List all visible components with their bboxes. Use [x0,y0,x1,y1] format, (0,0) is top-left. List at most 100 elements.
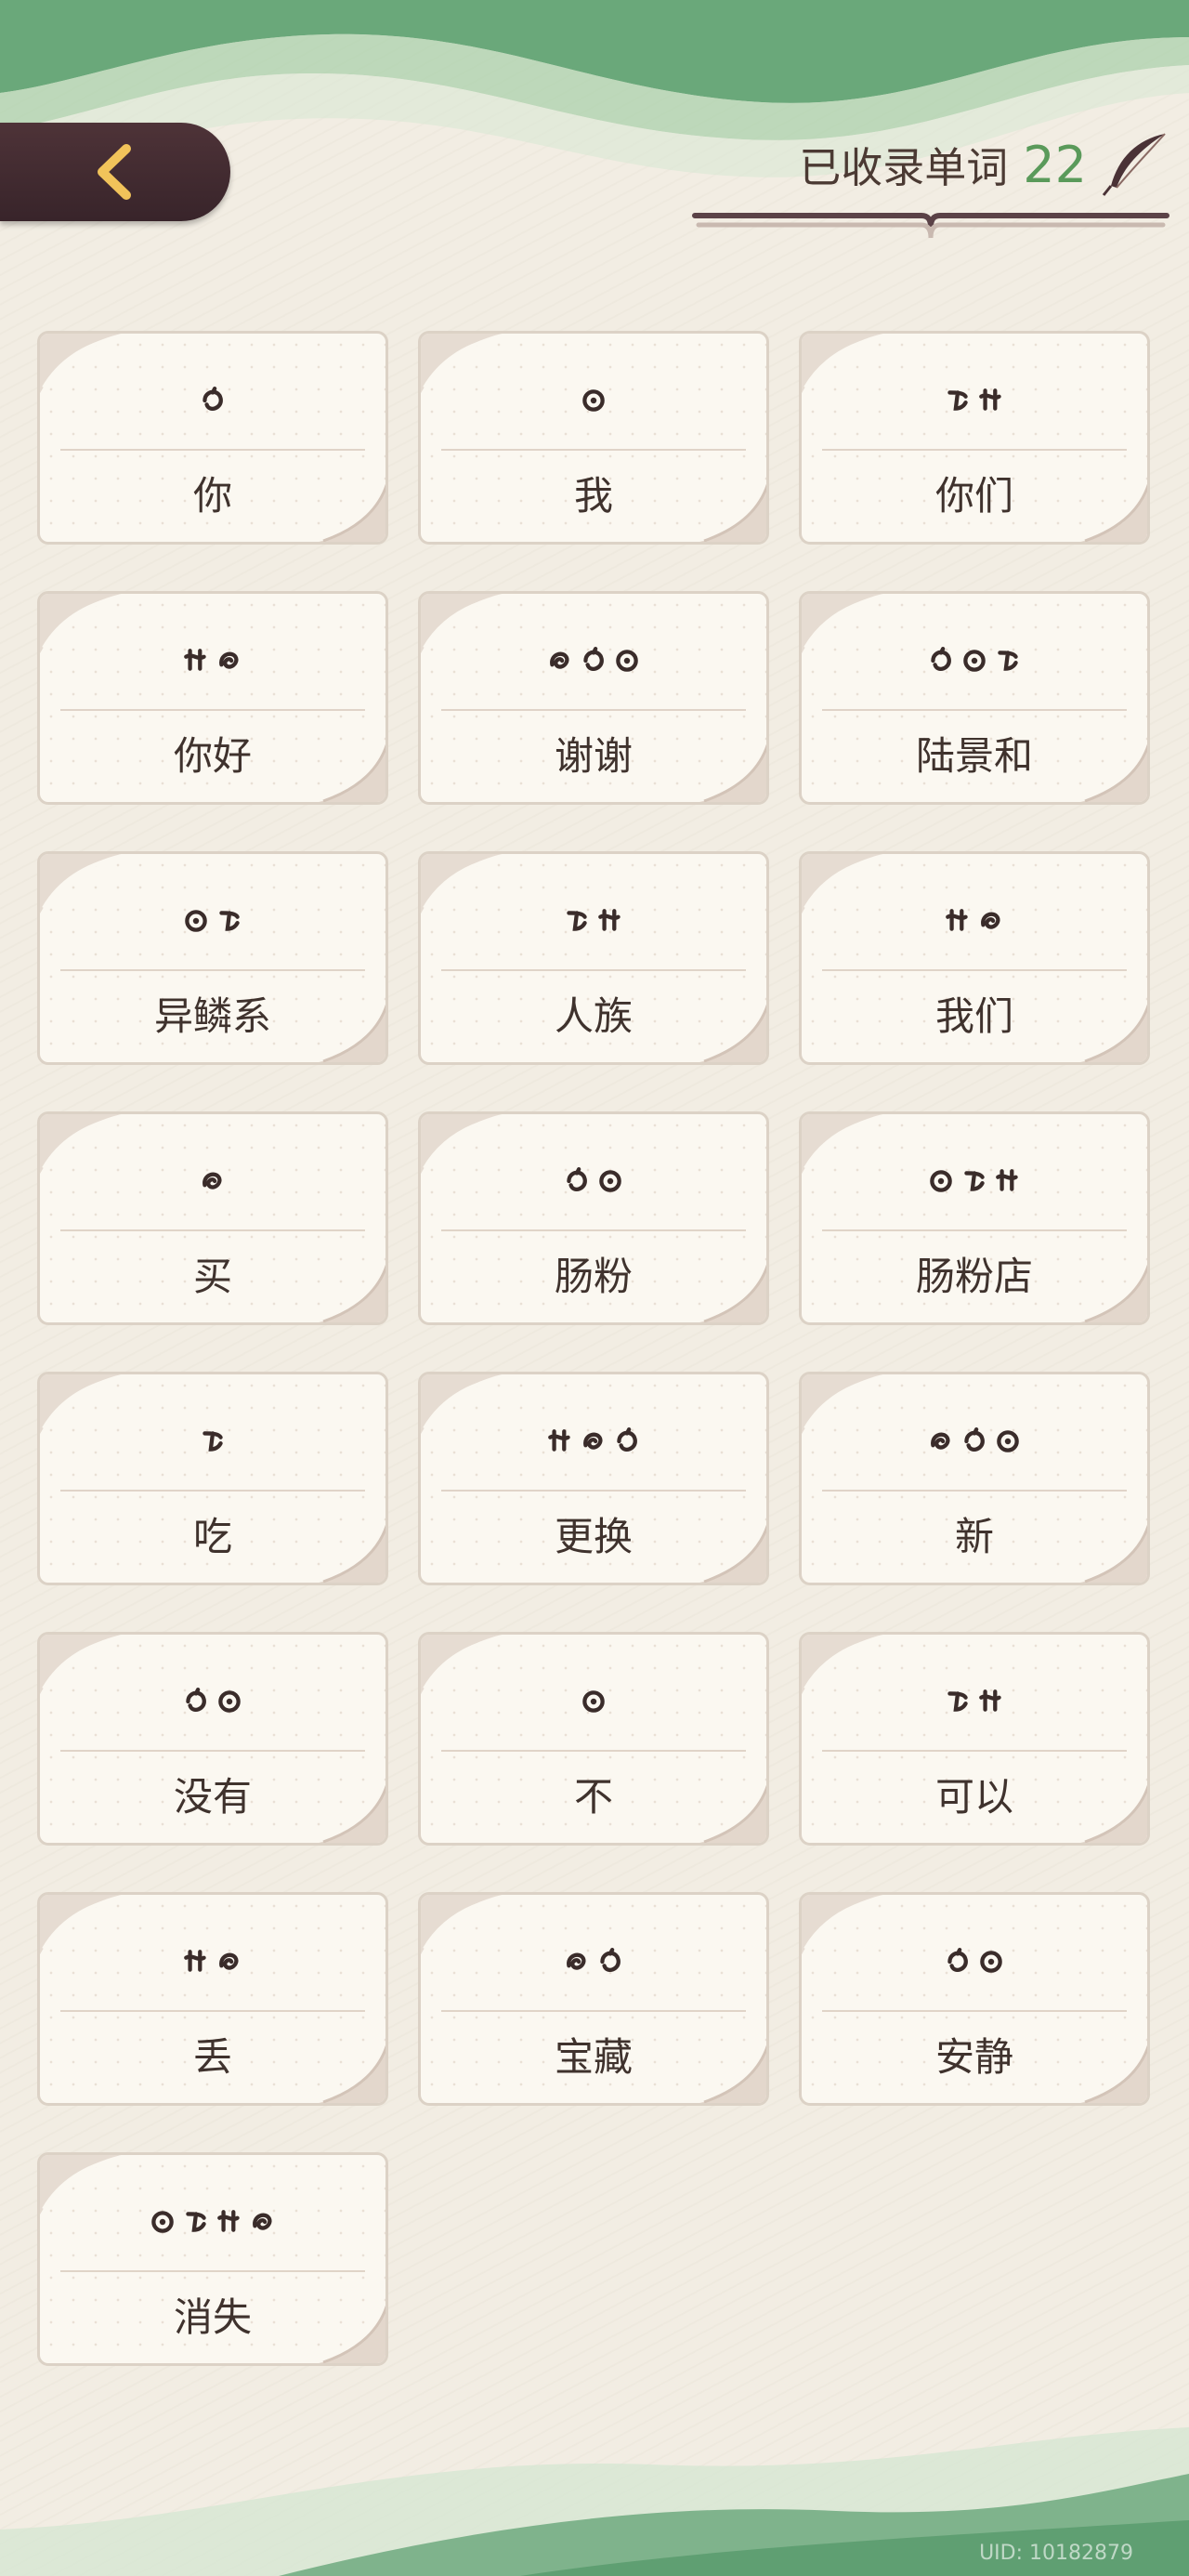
counter-value: 22 [1023,136,1087,194]
card-divider [60,2270,365,2272]
word-card[interactable]: 人族 [418,851,769,1065]
word-meaning: 吃 [192,1514,232,1559]
card-divider [60,1490,365,1492]
word-card[interactable]: 宝藏 [418,1892,769,2106]
glyph-symbol-icon [186,1688,206,1712]
card-divider [441,1229,746,1231]
card-divider [441,1750,746,1752]
script-glyph [40,635,385,687]
glyph-symbol-icon [979,388,1001,411]
glyph-symbol-icon [218,1690,241,1713]
word-card[interactable]: 我 [418,331,769,545]
script-glyph [802,895,1147,947]
back-button[interactable] [0,123,230,221]
glyph-symbol-icon [981,912,1000,929]
glyph-symbol-icon [931,1432,950,1450]
word-card[interactable]: 不 [418,1632,769,1846]
script-glyph [802,1155,1147,1207]
word-card[interactable]: 陆景和 [799,591,1150,805]
word-meaning: 安静 [934,2034,1013,2080]
word-meaning: 异鳞系 [153,993,271,1039]
word-card[interactable]: 你们 [799,331,1150,545]
word-card[interactable]: 肠粉店 [799,1111,1150,1325]
word-meaning: 消失 [173,2294,252,2340]
card-divider [60,1229,365,1231]
word-meaning: 不 [573,1774,613,1820]
word-meaning: 肠粉店 [915,1254,1033,1299]
word-card[interactable]: 你好 [37,591,388,805]
word-card[interactable]: 消失 [37,2152,388,2366]
glyph-symbol-icon [253,2213,272,2230]
glyph-symbol-icon [979,1689,1001,1712]
word-card[interactable]: 肠粉 [418,1111,769,1325]
word-meaning: 我们 [934,993,1013,1039]
glyph-symbol-icon [151,2211,174,2233]
glyph-symbol-icon [946,909,968,931]
glyph-symbol-icon [931,647,951,671]
word-card[interactable]: 可以 [799,1632,1150,1846]
card-divider [441,709,746,711]
glyph-symbol-icon [184,1950,206,1972]
word-meaning: 你 [192,473,232,519]
glyph-symbol-icon [964,1427,985,1452]
glyph-symbol-icon [567,911,587,931]
card-divider [60,1750,365,1752]
glyph-symbol-icon [617,1427,637,1452]
glyph-symbol-icon [219,1952,239,1970]
word-meaning: 肠粉 [554,1254,633,1299]
card-divider [60,969,365,971]
card-divider [441,1490,746,1492]
script-glyph [421,1155,766,1207]
word-card[interactable]: 我们 [799,851,1150,1065]
card-divider [822,449,1127,451]
card-divider [822,709,1127,711]
glyph-symbol-icon [998,651,1018,671]
glyph-symbol-icon [203,387,223,411]
card-divider [822,1750,1127,1752]
glyph-symbol-icon [997,1430,1019,1452]
card-divider [822,1229,1127,1231]
glyph-symbol-icon [186,2212,206,2232]
script-glyph [802,1676,1147,1728]
word-meaning: 更换 [554,1514,633,1559]
card-divider [822,2010,1127,2012]
word-meaning: 我 [573,473,613,519]
word-card[interactable]: 谢谢 [418,591,769,805]
card-divider [60,2010,365,2012]
script-glyph [40,1155,385,1207]
open-book-icon [692,213,1169,239]
glyph-symbol-icon [548,1429,570,1452]
word-card[interactable]: 你 [37,331,388,545]
word-card[interactable]: 安静 [799,1892,1150,2106]
script-glyph [802,375,1147,427]
word-card[interactable]: 异鳞系 [37,851,388,1065]
word-card[interactable]: 买 [37,1111,388,1325]
glyph-symbol-icon [583,647,604,671]
word-meaning: 陆景和 [915,733,1033,779]
glyph-symbol-icon [599,1170,621,1192]
card-divider [441,2010,746,2012]
script-glyph [40,2196,385,2248]
glyph-symbol-icon [947,390,968,411]
glyph-symbol-icon [567,1167,587,1191]
word-card[interactable]: 丢 [37,1892,388,2106]
glyph-symbol-icon [203,1172,222,1189]
script-glyph [421,1676,766,1728]
word-card[interactable]: 吃 [37,1372,388,1585]
glyph-symbol-icon [582,389,605,412]
word-card[interactable]: 没有 [37,1632,388,1846]
card-divider [822,969,1127,971]
glyph-symbol-icon [947,1691,968,1712]
script-glyph [40,1415,385,1467]
glyph-symbol-icon [217,2210,240,2232]
script-glyph [421,1415,766,1467]
glyph-symbol-icon [600,1948,621,1972]
word-meaning: 新 [954,1514,994,1559]
glyph-symbol-icon [550,651,569,669]
card-divider [822,1490,1127,1492]
glyph-symbol-icon [567,1952,586,1970]
word-meaning: 可以 [934,1774,1013,1820]
script-glyph [421,375,766,427]
word-card[interactable]: 新 [799,1372,1150,1585]
word-card[interactable]: 更换 [418,1372,769,1585]
